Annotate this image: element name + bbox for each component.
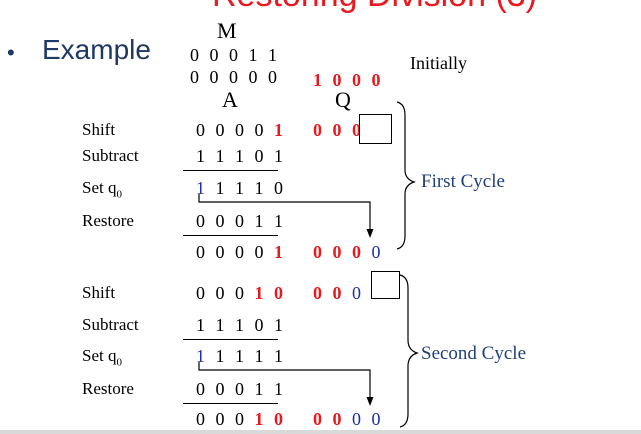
diagram-overlay (198, 101, 419, 428)
c2-q0-arrow (198, 362, 371, 400)
c1-q0-arrowhead (366, 229, 374, 238)
slide-bottom-rule (0, 430, 641, 434)
c2-q0-arrowhead (366, 397, 374, 406)
c1-q0-arrow (198, 194, 371, 232)
second-cycle-brace (399, 274, 419, 428)
first-cycle-brace (396, 101, 416, 250)
